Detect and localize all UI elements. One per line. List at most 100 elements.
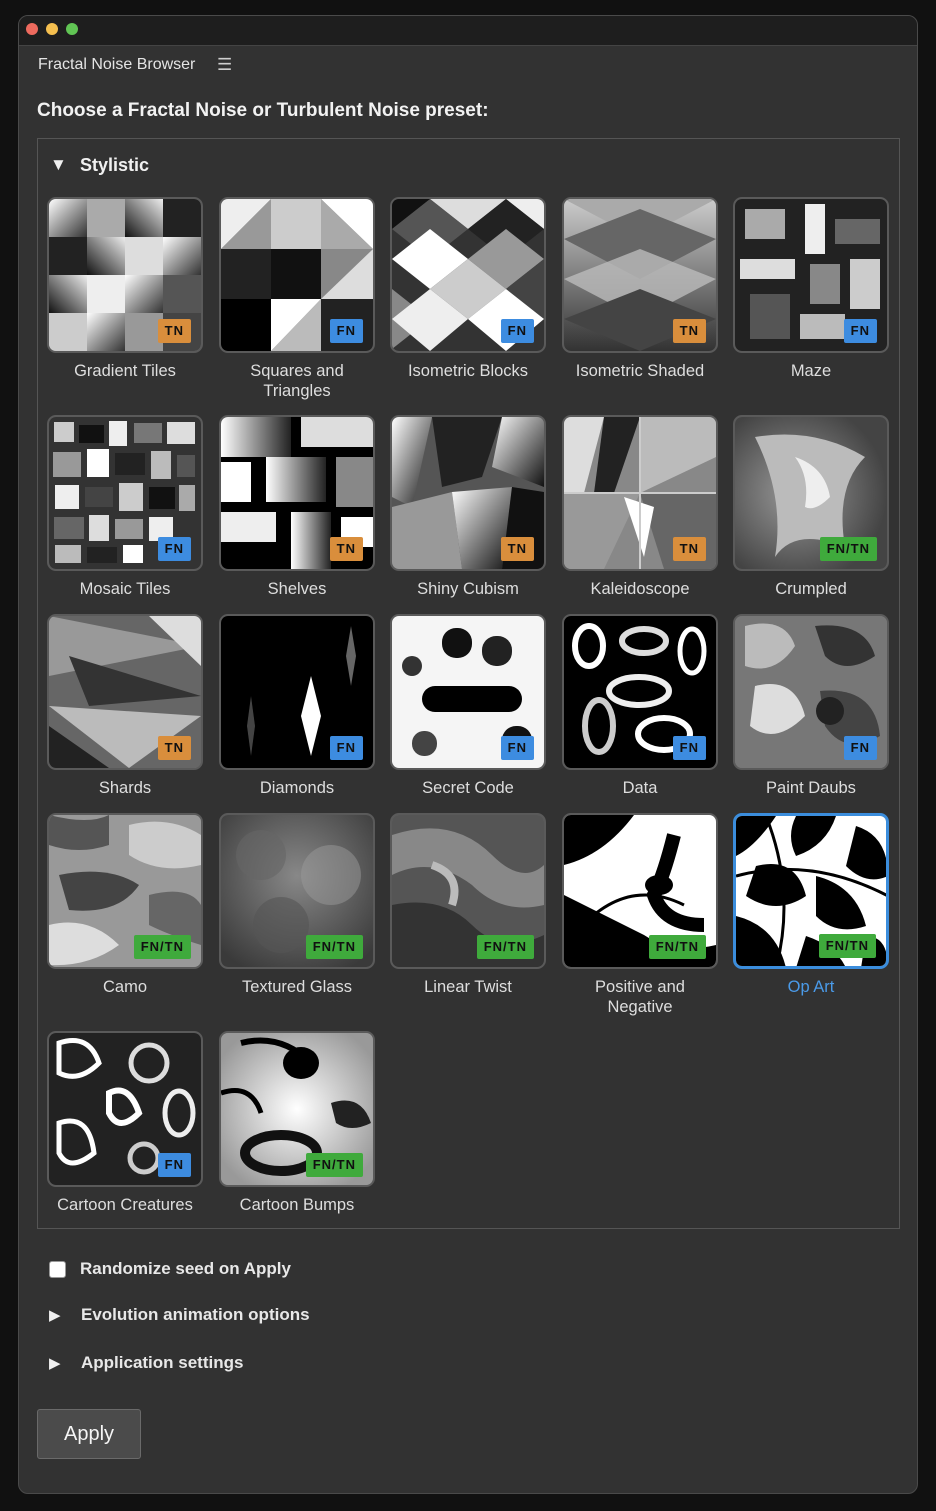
preset-label: Positive and Negative [595,978,685,1016]
preset-kaleidoscope[interactable]: TN Kaleidoscope [562,415,718,599]
noise-type-badge: FN [329,319,363,343]
preset-label: Squares and Triangles [250,362,344,400]
preset-shiny-cubism[interactable]: TN Shiny Cubism [390,415,546,599]
preset-label: Mosaic Tiles [79,580,171,598]
noise-type-badge: FN/TN [818,934,876,958]
preset-thumbnail: FN [733,197,889,353]
preset-label: Paint Daubs [766,779,856,797]
preset-thumbnail: FN [219,197,375,353]
preset-cartoon-creatures[interactable]: FN Cartoon Creatures [47,1031,203,1215]
panel-menu-icon[interactable]: ☰ [217,55,232,75]
preset-label: Linear Twist [424,978,512,996]
noise-type-badge: FN/TN [133,935,191,959]
noise-type-badge: FN [329,736,363,760]
preset-thumbnail: FN [47,415,203,571]
noise-type-badge: FN [157,1153,191,1177]
noise-type-badge: TN [672,319,706,343]
noise-type-badge: TN [157,319,191,343]
preset-textured-glass[interactable]: FN/TN Textured Glass [219,813,375,997]
preset-label: Data [622,779,658,797]
minimize-window-button[interactable] [46,23,58,35]
noise-type-badge: TN [500,537,534,561]
noise-type-badge: FN [843,319,877,343]
preset-label: Diamonds [259,779,335,797]
preset-label: Shards [98,779,152,797]
preset-diamonds[interactable]: FN Diamonds [219,614,375,798]
preset-label: Isometric Shaded [575,362,705,380]
panel-title: Fractal Noise Browser [38,56,196,73]
preset-thumbnail: FN/TN [733,415,889,571]
preset-paint-daubs[interactable]: FN Paint Daubs [733,614,889,798]
noise-type-badge: FN [157,537,191,561]
preset-thumbnail: FN [733,614,889,770]
preset-crumpled[interactable]: FN/TN Crumpled [733,415,889,599]
preset-label: Gradient Tiles [74,362,176,380]
fractal-noise-browser-window: Fractal Noise Browser ☰ Choose a Fractal… [18,15,918,1494]
preset-label: Op Art [787,978,835,996]
preset-camo[interactable]: FN/TN Camo [47,813,203,997]
disclosure-triangle-right-icon: ▶ [49,1307,61,1324]
disclosure-triangle-down-icon: ▼ [50,155,67,174]
evolution-animation-options-expander[interactable]: ▶ Evolution animation options [49,1305,310,1325]
preset-label: Crumpled [775,580,847,598]
preset-linear-twist[interactable]: FN/TN Linear Twist [390,813,546,997]
preset-thumbnail: FN [390,614,546,770]
preset-label: Secret Code [422,779,514,797]
preset-thumbnail: TN [562,415,718,571]
close-window-button[interactable] [26,23,38,35]
preset-label: Textured Glass [241,978,353,996]
noise-type-badge: TN [157,736,191,760]
preset-maze[interactable]: FN Maze [733,197,889,381]
preset-label: Shiny Cubism [417,580,519,598]
preset-thumbnail: FN [562,614,718,770]
noise-type-badge: FN/TN [819,537,877,561]
preset-thumbnail: FN [390,197,546,353]
section-title: Stylistic [80,154,150,175]
stylistic-section: ▼ Stylistic TN Gradient Tiles FN Squares… [37,138,900,1229]
preset-secret-code[interactable]: FN Secret Code [390,614,546,798]
noise-type-badge: FN [843,736,877,760]
preset-thumbnail: FN/TN [219,1031,375,1187]
noise-type-badge: FN/TN [648,935,706,959]
preset-data[interactable]: FN Data [562,614,718,798]
application-settings-expander[interactable]: ▶ Application settings [49,1353,243,1373]
preset-positive-and-negative[interactable]: FN/TN Positive and Negative [562,813,718,1017]
preset-op-art[interactable]: FN/TN Op Art [733,813,889,997]
preset-thumbnail: FN/TN [47,813,203,969]
preset-thumbnail: TN [219,415,375,571]
preset-heading: Choose a Fractal Noise or Turbulent Nois… [37,100,489,121]
noise-type-badge: FN/TN [305,1153,363,1177]
expander-label: Evolution animation options [81,1305,310,1324]
preset-cartoon-bumps[interactable]: FN/TN Cartoon Bumps [219,1031,375,1215]
stylistic-section-header[interactable]: ▼ Stylistic [50,152,149,178]
preset-isometric-blocks[interactable]: FN Isometric Blocks [390,197,546,381]
apply-button[interactable]: Apply [37,1409,141,1459]
preset-shelves[interactable]: TN Shelves [219,415,375,599]
preset-thumbnail: FN [47,1031,203,1187]
noise-type-badge: TN [672,537,706,561]
preset-thumbnail: TN [390,415,546,571]
preset-thumbnail: TN [562,197,718,353]
zoom-window-button[interactable] [66,23,78,35]
randomize-seed-checkbox[interactable] [49,1260,66,1278]
preset-label: Camo [102,978,147,996]
preset-thumbnail: TN [47,197,203,353]
preset-squares-and-triangles[interactable]: FN Squares and Triangles [219,197,375,401]
preset-isometric-shaded[interactable]: TN Isometric Shaded [562,197,718,381]
window-titlebar [19,16,917,46]
preset-label: Maze [790,362,832,380]
preset-thumbnail: FN/TN [219,813,375,969]
noise-type-badge: FN/TN [305,935,363,959]
preset-label: Kaleidoscope [590,580,690,598]
preset-label: Shelves [267,580,327,598]
preset-mosaic-tiles[interactable]: FN Mosaic Tiles [47,415,203,599]
preset-shards[interactable]: TN Shards [47,614,203,798]
randomize-seed-row[interactable]: Randomize seed on Apply [49,1259,291,1279]
preset-label: Cartoon Creatures [57,1196,193,1214]
noise-type-badge: FN [500,319,534,343]
preset-label: Cartoon Bumps [239,1196,355,1214]
noise-type-badge: FN [672,736,706,760]
expander-label: Application settings [81,1353,244,1372]
preset-gradient-tiles[interactable]: TN Gradient Tiles [47,197,203,381]
randomize-seed-label: Randomize seed on Apply [80,1259,291,1278]
